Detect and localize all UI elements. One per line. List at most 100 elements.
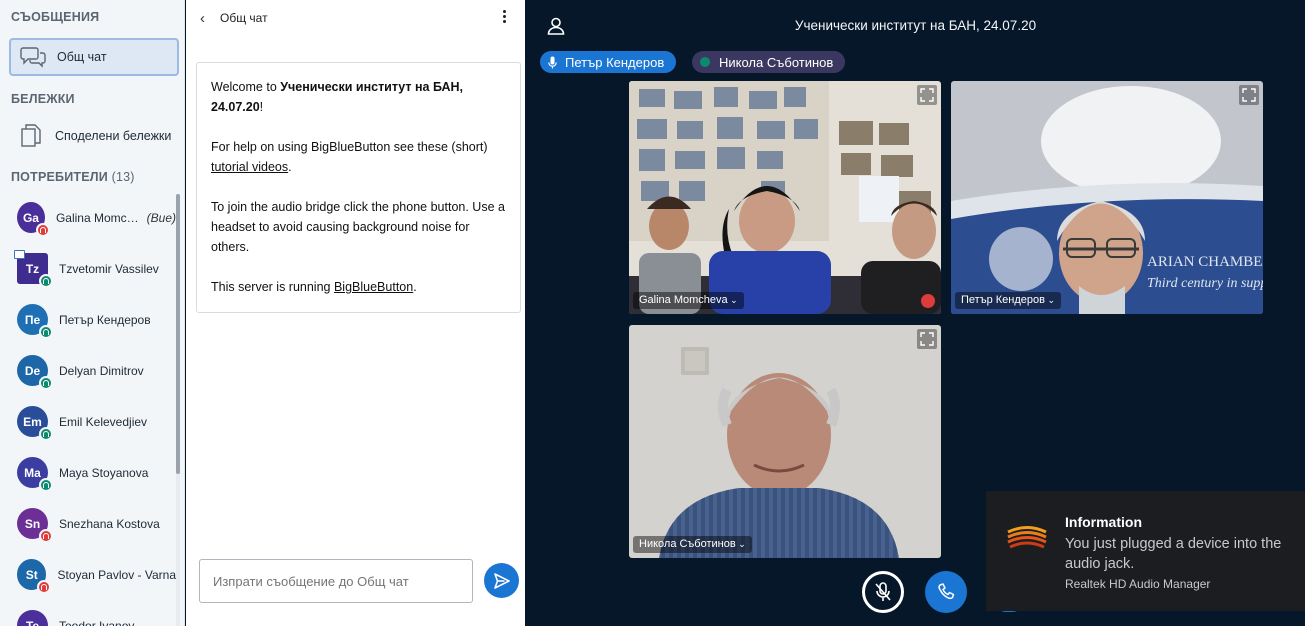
public-chat-label: Общ чат [57,50,107,64]
meeting-title: Ученически институт на БАН, 24.07.20 [794,18,1037,33]
listen-only-icon [700,57,710,67]
user-list-item[interactable]: Tz Tzvetomir Vassilev [0,243,176,294]
chat-message-input[interactable] [199,559,473,603]
user-name: Tzvetomir Vassilev [59,262,159,276]
notes-icon [17,122,45,150]
webcam-video: ARIAN CHAMBER Third century in supp [951,81,1263,314]
avatar: Te [17,610,48,626]
user-list-item[interactable]: Te Teodor Ivanov [0,600,176,626]
banner-text: Third century in supp [1147,276,1263,291]
avatar-initials: Em [23,414,42,429]
fullscreen-icon[interactable] [1239,85,1259,105]
user-list-item[interactable]: Ma Maya Stoyanova [0,447,176,498]
avatar-initials: Пе [24,312,41,327]
user-name-text: Tzvetomir Vassilev [59,261,159,276]
user-name: Snezhana Kostova [59,517,160,531]
muted-microphone-icon [39,529,53,543]
video-user-name[interactable]: Galina Momcheva [633,292,744,309]
user-name: Петър Кендеров [59,313,151,327]
shared-notes-button[interactable]: Споделени бележки [9,117,179,155]
avatar: Em [17,406,53,441]
notes-section-title: БЕЛЕЖКИ [11,92,75,106]
user-list-sidebar: СЪОБЩЕНИЯ Общ чат БЕЛЕЖКИ Споделени беле… [0,0,185,626]
user-list-item[interactable]: Пе Петър Кендеров [0,294,176,345]
public-chat-button[interactable]: Общ чат [9,38,179,76]
users-section-title: ПОТРЕБИТЕЛИ (13) [11,170,135,184]
talking-indicator-1[interactable]: Петър Кендеров [540,51,677,73]
listen-only-icon [39,478,53,492]
user-list-item[interactable]: De Delyan Dimitrov [0,345,176,396]
chat-header: ‹ Общ чат [186,0,525,36]
user-name: Delyan Dimitrov [59,364,144,378]
user-name: Emil Kelevedjiev [59,415,147,429]
mute-microphone-button[interactable] [862,571,904,613]
muted-microphone-icon [35,223,50,237]
avatar-initials: Ma [24,465,41,480]
listen-only-icon [39,376,53,390]
welcome-message: Welcome to Ученически институт на БАН, 2… [196,62,521,313]
user-list-item[interactable]: Em Emil Kelevedjiev [0,396,176,447]
listen-only-icon [39,274,53,288]
welcome-prefix: Welcome to [211,80,281,94]
video-tile[interactable]: ARIAN CHAMBER Third century in supp Петъ… [951,81,1263,314]
leave-audio-button[interactable] [925,571,967,613]
talker-name: Петър Кендеров [565,54,665,70]
user-name-text: Петър Кендеров [59,312,151,327]
listen-only-icon [39,427,53,441]
notification-source: Realtek HD Audio Manager [1065,577,1211,591]
avatar: Ga [17,202,50,237]
video-tile[interactable]: Galina Momcheva [629,81,941,314]
fullscreen-icon[interactable] [917,329,937,349]
chat-options-icon[interactable] [499,8,509,28]
talker-name: Никола Съботинов [719,54,834,70]
phone-icon [938,583,955,600]
microphone-icon [548,56,557,68]
video-user-name[interactable]: Никола Съботинов [633,536,752,553]
chat-panel: ‹ Общ чат Welcome to Ученически институт… [186,0,525,626]
user-name-text: Stoyan Pavlov - Varna [57,567,176,582]
muted-microphone-icon [37,580,52,594]
chat-title[interactable]: Общ чат [220,11,268,25]
notification-body: You just plugged a device into the audio… [1065,536,1282,572]
avatar: St [17,559,52,594]
avatar: Пе [17,304,53,339]
user-name: Galina Momc… (Вие) [56,211,176,225]
video-user-name[interactable]: Петър Кендеров [955,292,1062,309]
system-notification-toast[interactable]: Information You just plugged a device in… [986,491,1305,611]
avatar: Ma [17,457,53,492]
video-tile[interactable]: Никола Съботинов [629,325,941,558]
avatar: De [17,355,53,390]
user-name-text: Delyan Dimitrov [59,363,144,378]
user-name: Teodor Ivanov [59,619,134,626]
avatar-initials: De [24,363,41,378]
bigbluebutton-link[interactable]: BigBlueButton [334,280,413,294]
user-list-item[interactable]: St Stoyan Pavlov - Varna [0,549,176,600]
fullscreen-icon[interactable] [917,85,937,105]
muted-microphone-icon [921,294,935,308]
banner-text: ARIAN CHAMBER [1147,254,1263,270]
user-list-scrollbar-thumb[interactable] [176,194,180,474]
user-name: Stoyan Pavlov - Varna [57,568,176,582]
user-name-text: Emil Kelevedjiev [59,414,148,429]
shared-notes-label: Споделени бележки [55,129,172,143]
avatar-initials: St [25,567,38,582]
presenter-icon [14,250,25,259]
help-suffix: . [288,160,292,174]
server-prefix: This server is running [211,280,334,294]
user-list-item[interactable]: Sn Snezhana Kostova [0,498,176,549]
tutorial-videos-link[interactable]: tutorial videos [211,160,288,174]
server-suffix: . [413,280,417,294]
notification-title: Information [1065,514,1142,530]
send-message-button[interactable] [484,563,519,598]
users-title-text: ПОТРЕБИТЕЛИ [11,170,108,184]
user-list: Ga Galina Momc… (Вие) Tz Tzvetomir Vassilev П… [0,192,176,626]
back-chevron-icon[interactable]: ‹ [200,10,205,27]
webcam-video [629,325,941,558]
user-list-item[interactable]: Ga Galina Momc… (Вие) [0,192,176,243]
avatar-initials: Te [25,618,40,626]
welcome-suffix: ! [259,100,264,114]
avatar-initials: Sn [24,516,41,531]
webcam-video [629,81,941,314]
talking-indicator-2[interactable]: Никола Съботинов [692,51,846,73]
avatar: Tz [14,250,53,288]
